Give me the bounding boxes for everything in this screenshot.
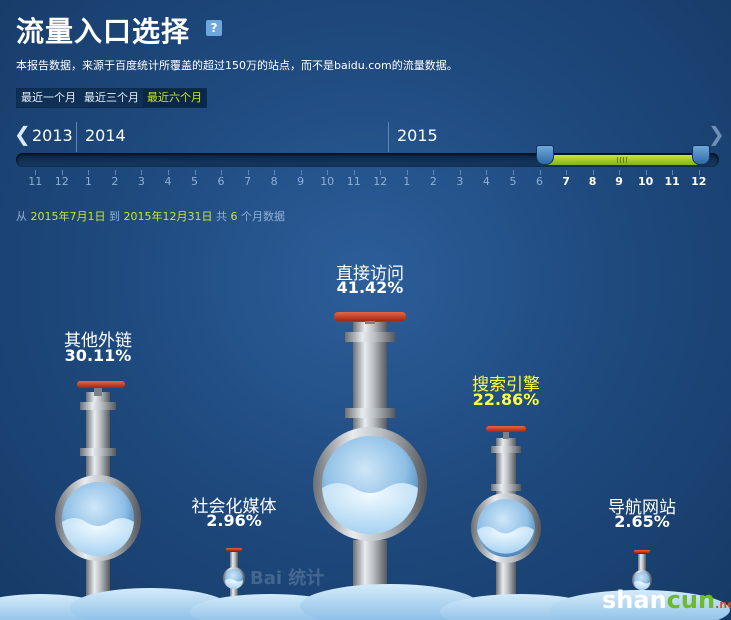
site-logo: shancun.net xyxy=(602,586,731,614)
channel-percent-search-engine: 22.86% xyxy=(472,390,540,409)
logo-cun: cun xyxy=(666,586,716,614)
channel-percent-direct-access: 41.42% xyxy=(336,278,404,297)
logo-shan: shan xyxy=(602,586,667,614)
logo-suffix: .net xyxy=(715,598,731,611)
channel-percent-social-media: 2.96% xyxy=(206,511,262,530)
channel-percent-navigation-sites: 2.65% xyxy=(614,512,670,531)
channel-percent-other-links: 30.11% xyxy=(64,346,132,365)
pipe-direct-access[interactable] xyxy=(313,312,427,610)
pipe-search-engine[interactable] xyxy=(471,426,541,610)
pipe-other-links[interactable] xyxy=(55,381,141,610)
baidu-watermark: Bai 统计 xyxy=(250,568,325,589)
